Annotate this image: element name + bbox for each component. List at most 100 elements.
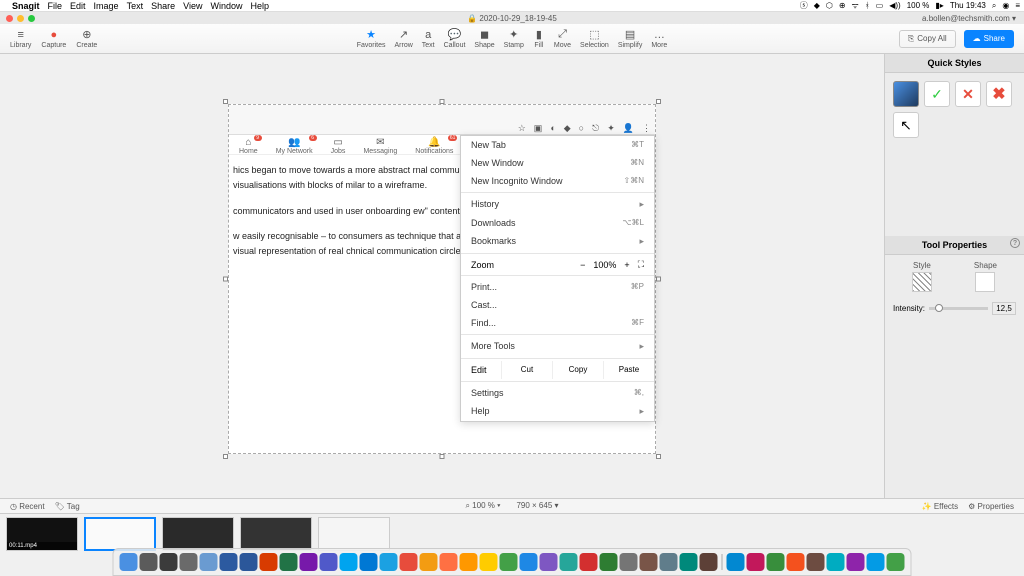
menu-image[interactable]: Image (94, 1, 119, 11)
menu-help[interactable]: Help (250, 1, 269, 11)
thumbnail[interactable] (162, 517, 234, 551)
dock-app-icon[interactable] (160, 553, 178, 571)
dock-app-icon[interactable] (887, 553, 905, 571)
menu-new-window[interactable]: New Window⌘N (461, 154, 654, 172)
dock-app-icon[interactable] (440, 553, 458, 571)
dock-app-icon[interactable] (180, 553, 198, 571)
canvas-area[interactable]: ☆ ▣ ◐ ◆ ○ ⎋ ✦ 👤 ⋮ ⌂9Home 👥6My Network ▭J… (0, 54, 884, 498)
battery-icon[interactable]: ▮▸ (935, 1, 943, 10)
dock-app-icon[interactable] (640, 553, 658, 571)
dock-app-icon[interactable] (727, 553, 745, 571)
properties-button[interactable]: ⚙ Properties (968, 502, 1014, 511)
resize-handle[interactable] (656, 454, 661, 459)
dock-app-icon[interactable] (600, 553, 618, 571)
extension-icon[interactable]: ○ (579, 123, 584, 134)
dock-app-icon[interactable] (120, 553, 138, 571)
dock-app-icon[interactable] (320, 553, 338, 571)
nav-network[interactable]: 👥6My Network (276, 137, 313, 152)
dock-app-icon[interactable] (660, 553, 678, 571)
dock-app-icon[interactable] (747, 553, 765, 571)
resize-handle[interactable] (440, 454, 445, 459)
menu-text[interactable]: Text (127, 1, 144, 11)
dock-app-icon[interactable] (360, 553, 378, 571)
menu-more-tools[interactable]: More Tools▸ (461, 337, 654, 356)
status-icon[interactable]: ⬡ (826, 1, 833, 10)
clock-text[interactable]: Thu 19:43 (950, 1, 986, 10)
dock-app-icon[interactable] (580, 553, 598, 571)
menu-settings[interactable]: Settings⌘, (461, 384, 654, 402)
dock-app-icon[interactable] (700, 553, 718, 571)
menu-window[interactable]: Window (210, 1, 242, 11)
favorites-tool[interactable]: ★Favorites (357, 29, 386, 49)
fullscreen-button[interactable]: ⛶ (638, 259, 644, 270)
quick-style-x-bold[interactable]: ✖ (986, 81, 1012, 107)
move-tool[interactable]: ⤢Move (554, 29, 571, 49)
bluetooth-icon[interactable]: ᚼ (865, 1, 870, 10)
status-icon[interactable]: ⓢ (800, 0, 808, 11)
zoom-in-button[interactable]: + (624, 260, 629, 270)
nav-notifications[interactable]: 🔔61Notifications (415, 137, 453, 152)
dock-app-icon[interactable] (560, 553, 578, 571)
menu-dots-icon[interactable]: ⋮ (642, 123, 651, 134)
extension-icon[interactable]: ◆ (564, 123, 571, 134)
edit-cut[interactable]: Cut (501, 361, 552, 379)
zoom-button[interactable] (28, 15, 35, 22)
dock-app-icon[interactable] (767, 553, 785, 571)
stamp-tool[interactable]: ✦Stamp (504, 29, 524, 49)
share-button[interactable]: ☁Share (964, 30, 1014, 48)
tag-button[interactable]: 🏷 Tag (55, 502, 80, 511)
dock-app-icon[interactable] (500, 553, 518, 571)
nav-jobs[interactable]: ▭Jobs (331, 137, 346, 152)
dock-app-icon[interactable] (280, 553, 298, 571)
siri-icon[interactable]: ◉ (1002, 1, 1009, 10)
menu-incognito[interactable]: New Incognito Window⇧⌘N (461, 172, 654, 190)
menu-cast[interactable]: Cast... (461, 296, 654, 314)
create-button[interactable]: ⊕Create (76, 29, 97, 49)
resize-handle[interactable] (223, 454, 228, 459)
dock-app-icon[interactable] (200, 553, 218, 571)
extension-icon[interactable]: ✦ (607, 123, 615, 134)
app-name-menu[interactable]: Snagit (12, 1, 40, 11)
quick-style-1[interactable] (893, 81, 919, 107)
intensity-value[interactable]: 12,5 (992, 302, 1016, 315)
dock-app-icon[interactable] (480, 553, 498, 571)
simplify-tool[interactable]: ▤Simplify (618, 29, 643, 49)
menu-view[interactable]: View (183, 1, 202, 11)
dock-app-icon[interactable] (460, 553, 478, 571)
dock-app-icon[interactable] (520, 553, 538, 571)
dock-app-icon[interactable] (400, 553, 418, 571)
resize-handle[interactable] (223, 99, 228, 104)
zoom-out-button[interactable]: − (580, 260, 585, 270)
capture-button[interactable]: ●Capture (41, 29, 66, 49)
dock-app-icon[interactable] (867, 553, 885, 571)
dock-app-icon[interactable] (260, 553, 278, 571)
thumbnail[interactable] (318, 517, 390, 551)
wifi-icon[interactable]: ᯤ (852, 0, 859, 11)
dock-app-icon[interactable] (847, 553, 865, 571)
edit-paste[interactable]: Paste (603, 361, 654, 379)
dock-app-icon[interactable] (540, 553, 558, 571)
nav-messaging[interactable]: ✉Messaging (363, 137, 397, 152)
dimensions-display[interactable]: 790 × 645 ▾ (516, 501, 558, 511)
account-dropdown[interactable]: a.bollen@techsmith.com ▾ (922, 14, 1024, 23)
more-tools[interactable]: …More (651, 29, 667, 49)
menu-new-tab[interactable]: New Tab⌘T (461, 136, 654, 154)
menu-downloads[interactable]: Downloads⌥⌘L (461, 214, 654, 232)
help-icon[interactable]: ? (1010, 238, 1020, 248)
menu-file[interactable]: File (48, 1, 63, 11)
dock-app-icon[interactable] (140, 553, 158, 571)
dock-app-icon[interactable] (340, 553, 358, 571)
menu-history[interactable]: History▸ (461, 195, 654, 214)
status-icon[interactable]: ⊕ (839, 1, 846, 10)
extension-icon[interactable]: ⎋ (592, 123, 599, 134)
avatar-icon[interactable]: 👤 (623, 123, 634, 134)
dock-app-icon[interactable] (380, 553, 398, 571)
recent-button[interactable]: ◷ Recent (10, 502, 45, 511)
dock-app-icon[interactable] (680, 553, 698, 571)
menu-find[interactable]: Find...⌘F (461, 314, 654, 332)
text-tool[interactable]: aText (422, 29, 435, 49)
edit-copy[interactable]: Copy (552, 361, 603, 379)
dock-app-icon[interactable] (827, 553, 845, 571)
resize-handle[interactable] (656, 277, 661, 282)
canvas-selection[interactable]: ☆ ▣ ◐ ◆ ○ ⎋ ✦ 👤 ⋮ ⌂9Home 👥6My Network ▭J… (228, 104, 656, 454)
